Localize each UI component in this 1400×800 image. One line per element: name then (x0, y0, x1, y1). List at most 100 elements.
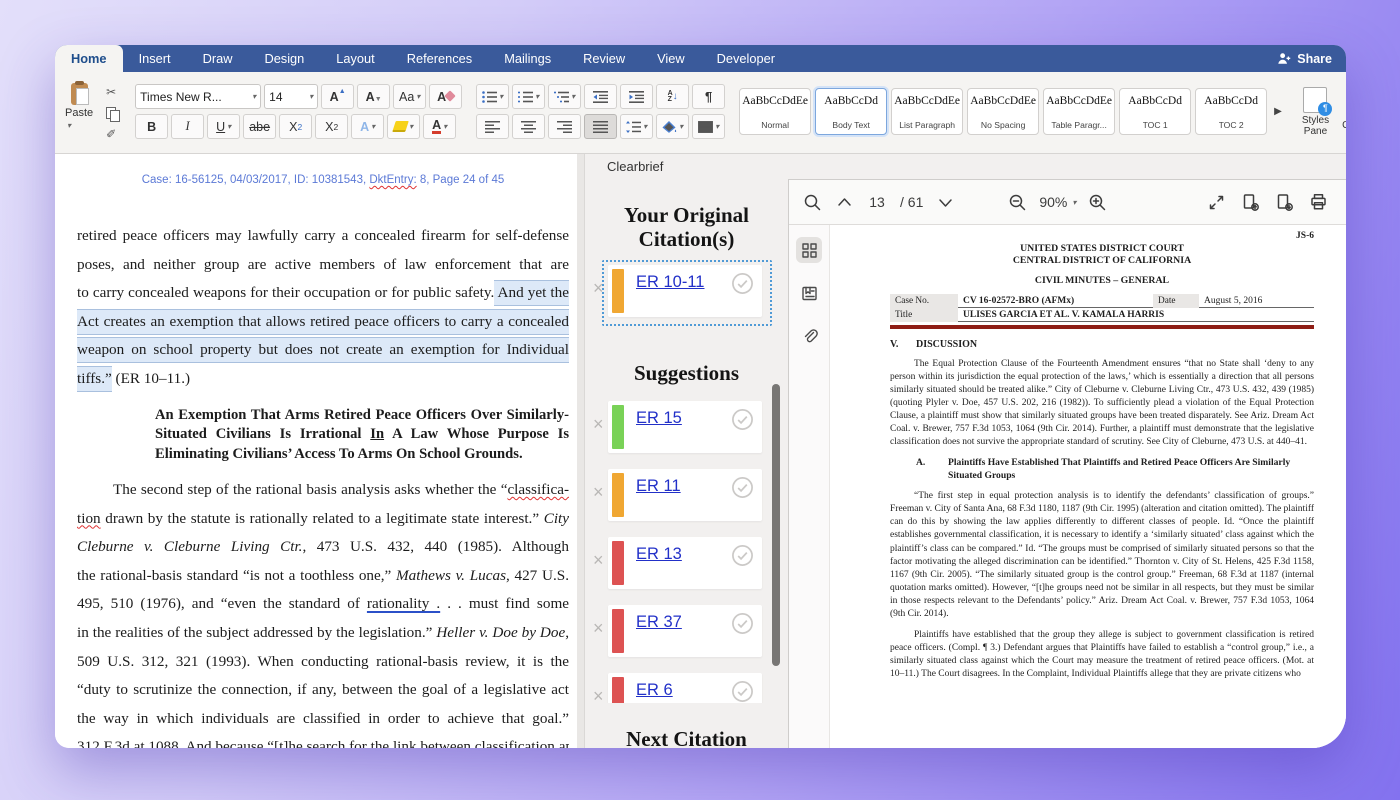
shading-button[interactable]: ▾ (656, 114, 689, 139)
doc-line[interactable]: 495, 510 (1976), and “even the standard … (77, 590, 569, 619)
citation-card-body[interactable]: ER 13 (608, 537, 762, 589)
tab-insert[interactable]: Insert (123, 45, 187, 72)
tab-mailings[interactable]: Mailings (488, 45, 567, 72)
italic-button[interactable]: I (171, 114, 204, 139)
citation-link[interactable]: ER 37 (636, 613, 682, 632)
citation-card-body[interactable]: ER 10-11 (608, 265, 762, 317)
print-icon[interactable] (1309, 193, 1328, 212)
show-formatting-button[interactable]: ¶ (692, 84, 725, 109)
thumbnails-toggle-button[interactable] (796, 237, 822, 263)
style-table-paragr[interactable]: AaBbCcDdEeTable Paragr... (1043, 88, 1115, 135)
citation-link[interactable]: ER 6 (636, 681, 673, 700)
doc-line[interactable]: Act creates an exemption that allows ret… (77, 308, 569, 337)
line-spacing-button[interactable]: ▾ (620, 114, 653, 139)
tab-references[interactable]: References (391, 45, 488, 72)
style-body-text[interactable]: AaBbCcDdBody Text (815, 88, 887, 135)
font-size-select[interactable]: 14▾ (264, 84, 318, 109)
tab-home[interactable]: Home (55, 45, 123, 72)
multilevel-list-button[interactable]: ▾ (548, 84, 581, 109)
document-canvas[interactable]: Case: 16-56125, 04/03/2017, ID: 10381543… (55, 154, 585, 748)
doc-line[interactable]: 2.An Exemption That Arms Retired Peace O… (155, 406, 569, 426)
doc-line[interactable]: weapon on school property but does not c… (77, 336, 569, 365)
check-circle-icon[interactable] (731, 408, 754, 431)
style-toc-2[interactable]: AaBbCcDdTOC 2 (1195, 88, 1267, 135)
numbering-button[interactable]: ▾ (512, 84, 545, 109)
check-circle-icon[interactable] (731, 680, 754, 703)
strikethrough-button[interactable]: abe (243, 114, 276, 139)
doc-line[interactable]: in the realities of the subject addresse… (77, 619, 569, 648)
subscript-button[interactable]: X2 (279, 114, 312, 139)
tab-view[interactable]: View (641, 45, 701, 72)
tab-draw[interactable]: Draw (187, 45, 249, 72)
dismiss-citation-button[interactable]: × (593, 551, 604, 569)
suggestions-scrollbar[interactable] (772, 384, 780, 666)
clear-formatting-button[interactable]: A (429, 84, 462, 109)
tab-developer[interactable]: Developer (701, 45, 791, 72)
search-icon[interactable] (803, 193, 822, 212)
bookmarks-button[interactable] (796, 280, 822, 306)
check-circle-icon[interactable] (731, 272, 754, 295)
font-color-button[interactable]: A▾ (423, 114, 456, 139)
zoom-out-icon[interactable] (1008, 193, 1027, 212)
shrink-font-button[interactable]: A▼ (357, 84, 390, 109)
citation-card-body[interactable]: ER 11 (608, 469, 762, 521)
next-page-icon[interactable] (936, 193, 955, 212)
dismiss-citation-button[interactable]: × (593, 687, 604, 703)
paste-button[interactable]: Paste ▾ (61, 81, 97, 133)
style-list-paragraph[interactable]: AaBbCcDdEeList Paragraph (891, 88, 963, 135)
doc-line[interactable]: poses, and neither group are active memb… (77, 251, 569, 280)
citation-link[interactable]: ER 13 (636, 545, 682, 564)
underline-button[interactable]: U▾ (207, 114, 240, 139)
copy-button[interactable] (101, 104, 121, 122)
justify-button[interactable] (584, 114, 617, 139)
citation-link[interactable]: ER 15 (636, 409, 682, 428)
styles-pane-button[interactable]: Styles Pane (1298, 87, 1333, 137)
dismiss-citation-button[interactable]: × (593, 619, 604, 637)
bold-button[interactable]: B (135, 114, 168, 139)
tab-layout[interactable]: Layout (320, 45, 390, 72)
attachments-button[interactable] (796, 323, 822, 349)
citation-card-body[interactable]: ER 37 (608, 605, 762, 657)
grow-font-button[interactable]: A▲ (321, 84, 354, 109)
font-name-select[interactable]: Times New R...▾ (135, 84, 261, 109)
style-no-spacing[interactable]: AaBbCcDdEeNo Spacing (967, 88, 1039, 135)
check-circle-icon[interactable] (731, 612, 754, 635)
doc-line[interactable]: “duty to scrutinize the connection, if a… (77, 676, 569, 705)
borders-button[interactable]: ▾ (692, 114, 725, 139)
clearbrief-ribbon-button[interactable]: C| Clearbrief (1338, 92, 1346, 131)
citation-card-body[interactable]: ER 15 (608, 401, 762, 453)
share-button[interactable]: Share (1277, 45, 1346, 72)
align-right-button[interactable] (548, 114, 581, 139)
check-circle-icon[interactable] (731, 544, 754, 567)
decrease-indent-button[interactable] (584, 84, 617, 109)
citation-card-body[interactable]: ER 6 (608, 673, 762, 703)
page-number-input[interactable]: 13 (867, 194, 887, 210)
download-document-icon[interactable] (1275, 193, 1294, 212)
doc-line[interactable]: the way in which individuals are classif… (77, 705, 569, 734)
dismiss-citation-button[interactable]: × (593, 415, 604, 433)
doc-line[interactable]: retired peace officers may lawfully carr… (77, 222, 569, 251)
doc-line[interactable]: to carry concealed weapons for their occ… (77, 279, 569, 308)
export-document-icon[interactable] (1241, 193, 1260, 212)
align-center-button[interactable] (512, 114, 545, 139)
cut-button[interactable]: ✂ (101, 83, 121, 101)
change-case-button[interactable]: Aa▾ (393, 84, 426, 109)
sort-button[interactable]: AZ↓ (656, 84, 689, 109)
doc-line[interactable]: 312 F.3d at 1088. And because “[t]he sea… (77, 733, 569, 748)
increase-indent-button[interactable] (620, 84, 653, 109)
more-styles-button[interactable]: ▶ (1272, 106, 1284, 117)
zoom-level-select[interactable]: 90%▾ (1039, 194, 1076, 210)
citation-link[interactable]: ER 11 (636, 477, 681, 496)
tab-review[interactable]: Review (567, 45, 641, 72)
doc-line[interactable]: Situated Civilians Is Irrational In A La… (155, 425, 569, 445)
text-effects-button[interactable]: A▾ (351, 114, 384, 139)
doc-line[interactable]: Eliminating Civilians’ Access To Arms On… (155, 445, 569, 465)
tab-design[interactable]: Design (248, 45, 320, 72)
style-normal[interactable]: AaBbCcDdEeNormal (739, 88, 811, 135)
highlight-button[interactable]: ▾ (387, 114, 420, 139)
doc-line[interactable]: Cleburne v. Cleburne Living Ctr., 473 U.… (77, 533, 569, 562)
check-circle-icon[interactable] (731, 476, 754, 499)
doc-line[interactable]: tion drawn by the statute is rationally … (77, 505, 569, 534)
previous-page-icon[interactable] (835, 193, 854, 212)
doc-line[interactable]: tiffs.” (ER 10–11.) (77, 365, 569, 394)
